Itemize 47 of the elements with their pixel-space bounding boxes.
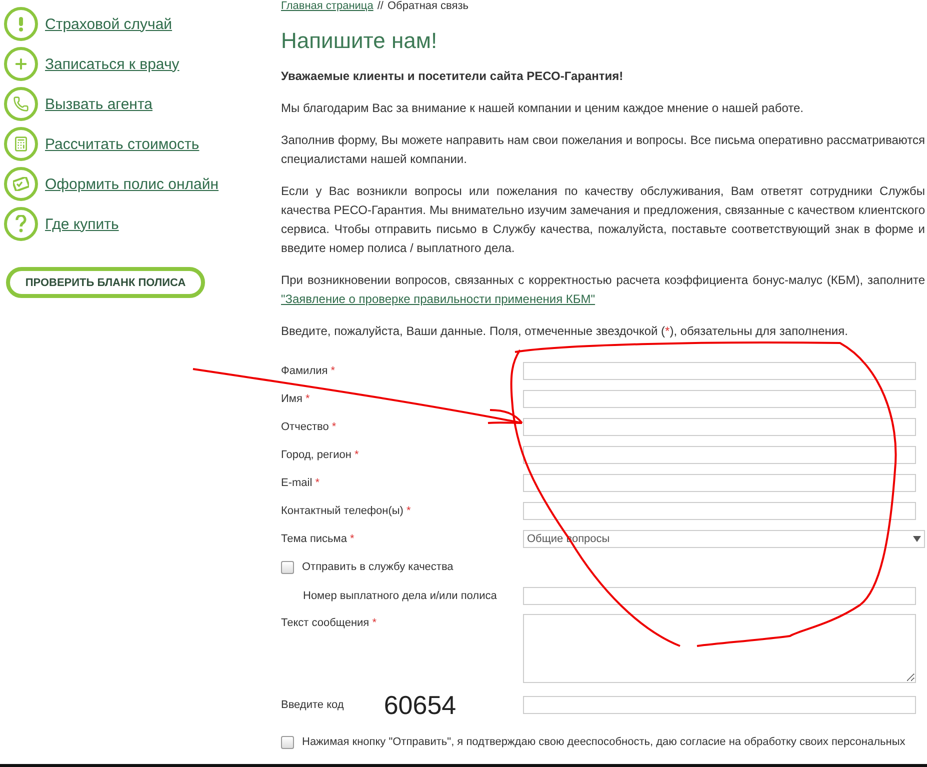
paragraph: Если у Вас возникли вопросы или пожелания по качеству обслуживания, Вам ответят сотрудники Службы качества РЕСО-Гарантия. Мы внимательно изучим замечания и предложения, связанные с качеством клиентского сервиса. Чтобы отправить письмо в Службу качества, пожалуйста, поставьте соответствующий знак в форме и введите номер полиса / выплатного дела.	[281, 183, 925, 257]
checkbox[interactable]	[281, 736, 294, 749]
text-input[interactable]	[523, 418, 916, 436]
text-input[interactable]	[523, 446, 916, 464]
field-label: Номер выплатного дела и/или полиса	[302, 588, 498, 604]
sidebar-link[interactable]: Оформить полис онлайн	[45, 176, 219, 192]
checkbox[interactable]	[281, 561, 294, 574]
text-input[interactable]	[523, 587, 916, 605]
sidebar-link[interactable]: Вызвать агента	[45, 96, 152, 112]
field-label: Контактный телефон(ы) *	[281, 504, 412, 518]
text-input[interactable]	[523, 362, 916, 380]
paragraph: Мы благодарим Вас за внимание к нашей компании и ценим каждое мнение о нашей работе.	[281, 100, 804, 117]
sidebar-link[interactable]: Где купить	[45, 216, 119, 232]
field-label: Фамилия *	[281, 364, 336, 378]
checkbox-label: Отправить в службу качества	[302, 560, 454, 575]
alert-icon	[4, 7, 38, 41]
caret-icon	[913, 536, 921, 542]
field-label: Введите код	[281, 698, 344, 712]
sidebar-link[interactable]: Рассчитать стоимость	[45, 136, 200, 152]
paragraph: Заполнив форму, Вы можете направить нам свои пожелания и вопросы. Все письма оперативно рассматриваются специалистами нашей компании.	[281, 132, 925, 168]
field-label: E-mail *	[281, 476, 321, 490]
phone-icon	[4, 87, 38, 121]
breadcrumb-link[interactable]: Главная страница	[281, 0, 374, 13]
field-label: Город, регион *	[281, 448, 360, 462]
text-input[interactable]	[523, 390, 916, 408]
field-label: Отчество *	[281, 420, 338, 434]
sidebar-link[interactable]: Записаться к врачу	[45, 56, 180, 72]
breadcrumb-separator: //	[377, 0, 384, 13]
code-input[interactable]	[523, 696, 916, 714]
text-input[interactable]	[523, 502, 916, 520]
calculator-icon	[4, 127, 38, 161]
text-input[interactable]	[523, 474, 916, 492]
captcha-code: 60654	[384, 696, 456, 714]
greeting-text: Уважаемые клиенты и посетители сайта РЕСО-Гарантия!	[281, 68, 624, 85]
message-textarea[interactable]	[523, 614, 916, 683]
kbm-link[interactable]: "Заявление о проверке правильности применения КБМ"	[281, 292, 596, 306]
field-label: Текст сообщения *	[281, 616, 378, 631]
question-icon	[4, 207, 38, 241]
field-label: Тема письма *	[281, 532, 356, 546]
paragraph: При возникновении вопросов, связанных с корректностью расчета коэффициента бонус-малус (КБМ), заполните "Заявление о проверке правильности применения КБМ"	[281, 272, 925, 308]
consent-text: Нажимая кнопку "Отправить", я подтверждаю свою дееспособность, даю согласие на обработку своих персональных	[302, 735, 906, 750]
sidebar-link[interactable]: Страховой случай	[45, 16, 172, 32]
page-title: Напишите нам!	[281, 27, 438, 55]
check-policy-button[interactable]: ПРОВЕРИТЬ БЛАНК ПОЛИСА	[6, 267, 205, 298]
required-note: Введите, пожалуйста, Ваши данные. Поля, отмеченные звездочкой (*), обязательны для заполнения.	[281, 323, 849, 340]
field-label: Имя *	[281, 392, 311, 406]
breadcrumb-current: Обратная связь	[387, 0, 469, 13]
